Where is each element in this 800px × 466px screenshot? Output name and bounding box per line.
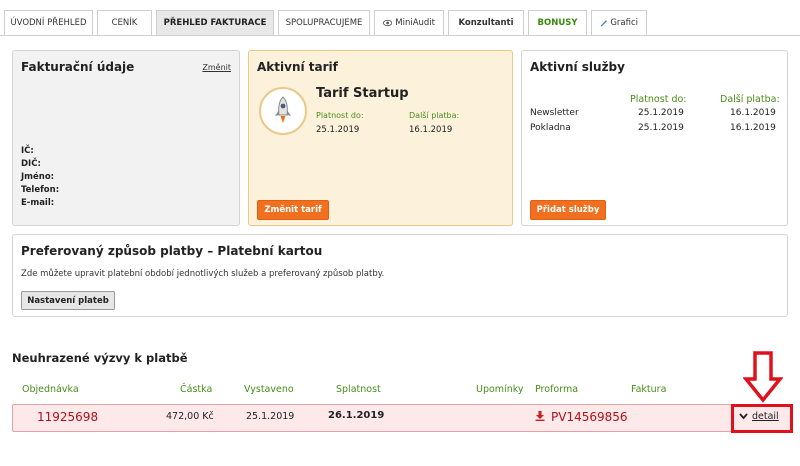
table-row — [12, 404, 788, 432]
field-phone: Telefon: — [21, 185, 60, 195]
tab-label: SPOLUPRACUJEME — [285, 18, 363, 28]
service-valid: 25.1.2019 — [638, 108, 684, 118]
tariff-name: Tarif Startup — [316, 86, 409, 101]
services-col-valid: Platnost do: — [630, 94, 687, 105]
tariff-valid-label: Platnost do: — [316, 111, 364, 120]
tab-overview[interactable]: ÚVODNÍ PŘEHLED — [4, 10, 93, 35]
field-email: E-mail: — [21, 198, 55, 208]
download-icon[interactable] — [535, 411, 545, 421]
billing-details-title: Fakturační údaje — [21, 60, 135, 74]
col-order: Objednávka — [22, 384, 79, 395]
row-due: 26.1.2019 — [328, 410, 385, 421]
main-tabs: ÚVODNÍ PŘEHLED CENÍK PŘEHLED FAKTURACE S… — [4, 10, 647, 35]
field-ico: IČ: — [21, 146, 34, 156]
chevron-down-icon — [739, 413, 748, 420]
tab-label: CENÍK — [111, 18, 138, 28]
billing-details-panel: Fakturační údaje Změnit IČ: DIČ: Jméno: … — [12, 50, 240, 226]
rocket-icon — [259, 87, 307, 135]
service-name: Newsletter — [530, 108, 579, 118]
col-proforma: Proforma — [535, 384, 579, 395]
tab-partners[interactable]: SPOLUPRACUJEME — [278, 10, 370, 35]
tab-label: BONUSY — [537, 18, 578, 28]
tab-miniaudit[interactable]: MiniAudit — [374, 10, 444, 35]
active-services-panel: Aktivní služby Platnost do: Další platba… — [521, 50, 788, 226]
tab-label: Grafici — [610, 18, 638, 28]
tab-pricing[interactable]: CENÍK — [97, 10, 152, 35]
row-issued: 25.1.2019 — [246, 411, 295, 422]
col-amount: Částka — [180, 384, 213, 395]
detail-link[interactable]: detail — [752, 411, 779, 422]
brush-icon — [600, 19, 607, 26]
tab-label: MiniAudit — [395, 18, 435, 28]
col-issued: Vystaveno — [244, 384, 294, 395]
col-due: Splatnost — [336, 384, 381, 395]
payment-method-panel: Preferovaný způsob platby – Platební kar… — [12, 234, 788, 317]
tab-billing-overview[interactable]: PŘEHLED FAKTURACE — [156, 10, 274, 35]
tariff-valid-value: 25.1.2019 — [316, 125, 360, 135]
change-tariff-button[interactable]: Změnit tarif — [257, 200, 329, 220]
service-next: 16.1.2019 — [730, 108, 776, 118]
arrow-down-icon — [743, 351, 783, 403]
active-tariff-title: Aktivní tarif — [257, 60, 338, 74]
service-valid: 25.1.2019 — [638, 123, 684, 133]
tab-label: ÚVODNÍ PŘEHLED — [10, 18, 87, 28]
add-services-button[interactable]: Přidat služby — [530, 200, 606, 220]
active-tariff-panel: Aktivní tarif Tarif Startup Platnost do:… — [248, 50, 513, 226]
order-number: 11925698 — [37, 410, 99, 424]
row-amount: 472,00 Kč — [166, 411, 214, 422]
change-billing-link[interactable]: Změnit — [202, 63, 231, 72]
col-invoice: Faktura — [631, 384, 667, 395]
services-col-next: Další platba: — [720, 94, 780, 105]
field-name: Jméno: — [21, 172, 55, 182]
payment-settings-button[interactable]: Nastavení plateb — [21, 291, 115, 310]
tab-bonuses[interactable]: BONUSY — [528, 10, 587, 35]
unpaid-section-title: Neuhrazené výzvy k platbě — [12, 351, 188, 365]
proforma-link[interactable]: PV14569856 — [551, 410, 628, 424]
tab-label: PŘEHLED FAKTURACE — [163, 18, 267, 28]
field-dic: DIČ: — [21, 159, 41, 169]
col-reminders: Upomínky — [476, 384, 524, 395]
tariff-next-value: 16.1.2019 — [409, 125, 453, 135]
tab-consultants[interactable]: Konzultanti — [448, 10, 524, 35]
tariff-next-label: Další platba: — [409, 111, 460, 120]
tabs-divider — [0, 35, 800, 36]
service-name: Pokladna — [530, 123, 571, 133]
active-services-title: Aktivní služby — [530, 60, 625, 74]
service-next: 16.1.2019 — [730, 123, 776, 133]
eye-icon — [383, 19, 393, 27]
payment-method-title: Preferovaný způsob platby – Platební kar… — [21, 244, 323, 258]
tab-graphic-designers[interactable]: Grafici — [591, 10, 647, 35]
tab-label: Konzultanti — [458, 18, 514, 28]
payment-description: Zde můžete upravit platební období jedno… — [21, 269, 385, 279]
